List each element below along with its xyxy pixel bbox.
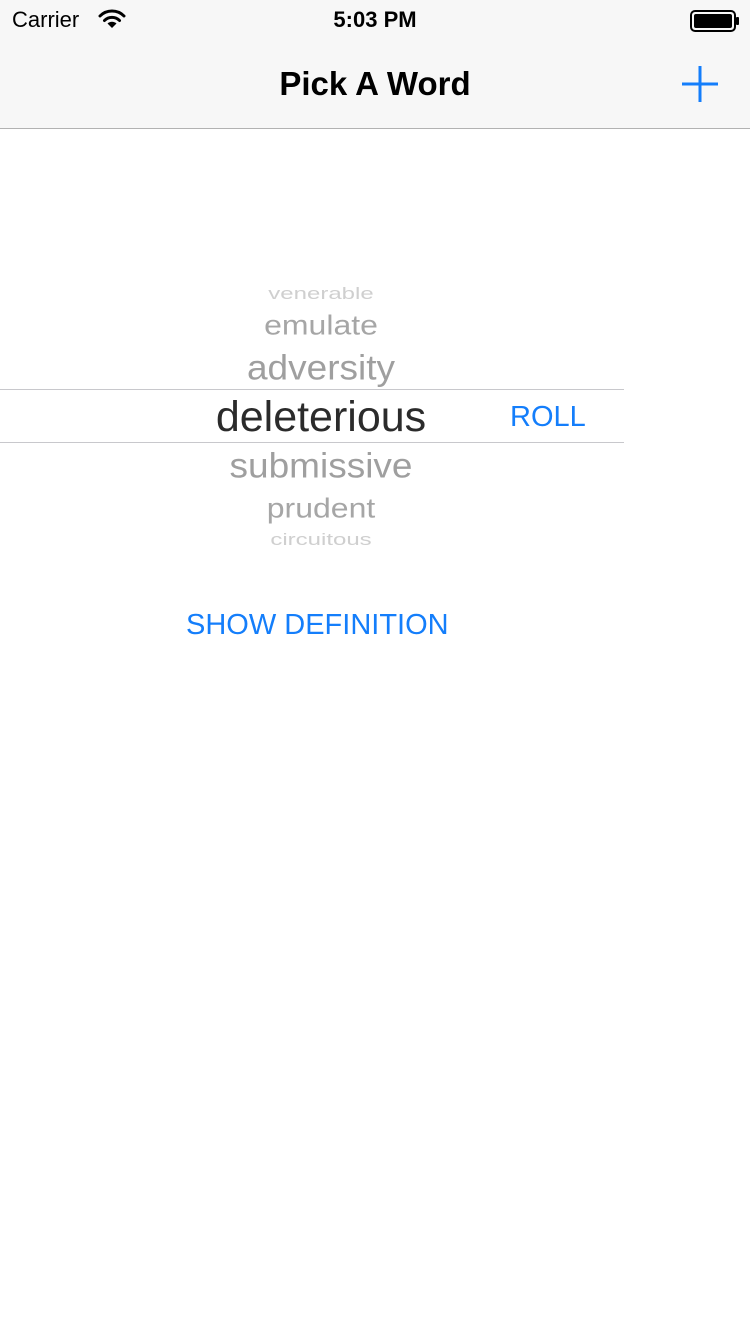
plus-icon	[682, 66, 718, 102]
picker-selection-bottom-line	[0, 442, 624, 443]
picker-row[interactable]: submissive	[0, 446, 642, 486]
picker-row[interactable]: venerable	[0, 285, 642, 303]
show-definition-button[interactable]: SHOW DEFINITION	[186, 608, 449, 642]
status-bar: Carrier 5:03 PM	[0, 0, 750, 40]
status-time: 5:03 PM	[333, 7, 417, 32]
picker-row[interactable]: circuitous	[0, 531, 642, 549]
add-word-button[interactable]	[672, 56, 728, 112]
page-title: Pick A Word	[279, 65, 471, 102]
picker-row[interactable]: emulate	[0, 308, 642, 341]
picker-selection-top-line	[0, 389, 624, 390]
battery-full-icon	[690, 10, 739, 32]
roll-button[interactable]: ROLL	[510, 400, 586, 434]
navigation-bar: Pick A Word	[0, 40, 750, 129]
picker-row[interactable]: prudent	[0, 491, 642, 524]
picker-row[interactable]: adversity	[0, 348, 642, 388]
